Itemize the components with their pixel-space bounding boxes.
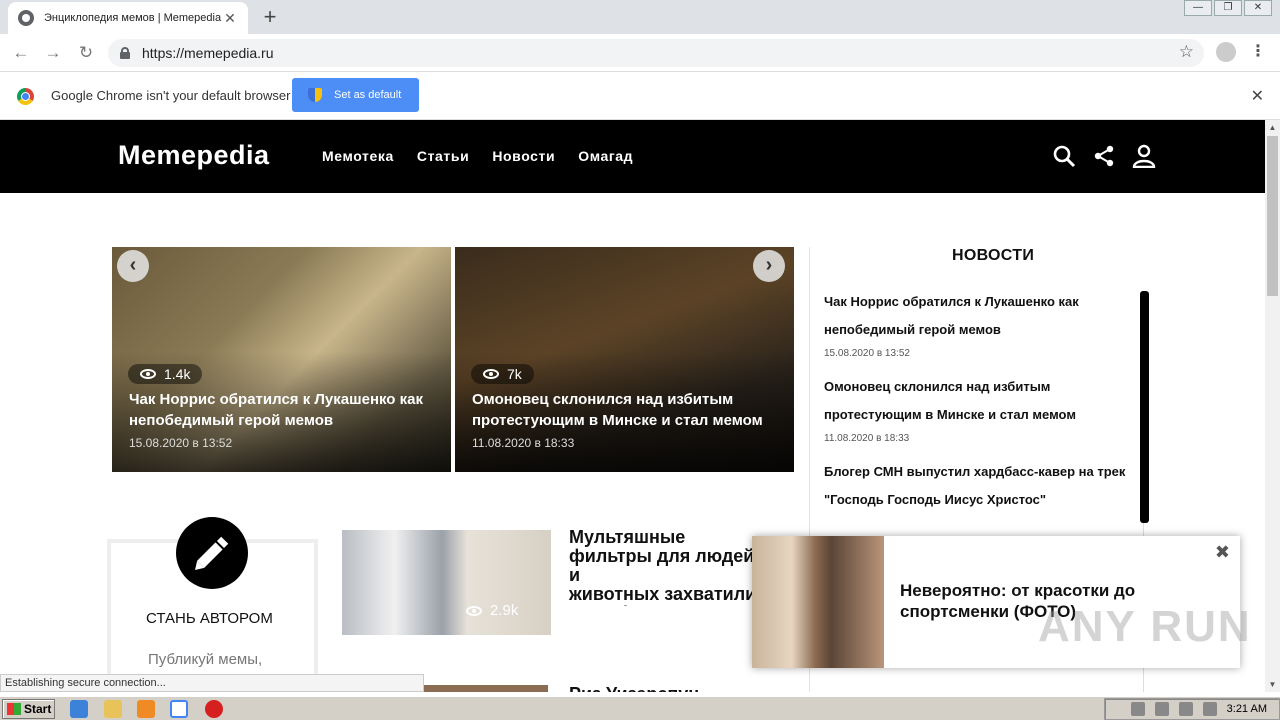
browser-toolbar: ← → ↻ https://memepedia.ru ☆ ⋮ <box>0 34 1280 72</box>
reload-button[interactable]: ↻ <box>75 42 97 64</box>
infobar-close-icon[interactable]: ✕ <box>1251 86 1264 106</box>
windows-taskbar: Start 3:21 AM <box>0 696 1280 720</box>
start-button[interactable]: Start <box>2 699 55 719</box>
views-count: 7k <box>507 366 522 382</box>
views-badge: 2.9k <box>466 602 518 619</box>
eye-icon <box>466 605 482 616</box>
site-logo[interactable]: Memepedia <box>118 140 270 171</box>
news-date: 11.08.2020 в 18:33 <box>824 433 910 444</box>
news-heading: НОВОСТИ <box>952 247 1035 264</box>
volume-icon[interactable] <box>1154 702 1169 716</box>
restore-button[interactable]: ❐ <box>1214 0 1242 16</box>
site-favicon-icon <box>18 10 34 26</box>
scroll-thumb[interactable] <box>1267 136 1278 296</box>
slide-title[interactable]: Омоновец склонился над избитым протестую… <box>472 389 787 431</box>
tab-title: Энциклопедия мемов | Memepedia <box>44 12 222 24</box>
views-count: 2.9k <box>490 602 519 619</box>
news-item[interactable]: Чак Норрис обратился к Лукашенко как неп… <box>824 288 1136 359</box>
main-nav: Мемотека Статьи Новости Омагад <box>322 148 633 164</box>
eye-icon <box>140 369 156 379</box>
news-list: Чак Норрис обратился к Лукашенко как неп… <box>824 288 1136 528</box>
network-icon[interactable] <box>1178 702 1193 716</box>
eye-icon <box>483 369 499 379</box>
anyrun-watermark: ANY RUN <box>1038 602 1252 651</box>
nav-item-omagad[interactable]: Омагад <box>578 148 633 164</box>
set-as-default-label: Set as default <box>334 89 402 101</box>
windows-flag-icon <box>7 703 21 715</box>
chrome-menu-icon[interactable]: ⋮ <box>1250 41 1266 61</box>
slider-item[interactable]: 7k Омоновец склонился над избитым протес… <box>455 247 794 472</box>
slide-title[interactable]: Чак Норрис обратился к Лукашенко как неп… <box>129 389 444 431</box>
page-scrollbar[interactable]: ▲ ▼ <box>1265 120 1280 692</box>
popup-close-icon[interactable]: ✖ <box>1215 542 1230 563</box>
uac-shield-icon <box>308 88 322 102</box>
chrome-logo-icon <box>17 88 34 105</box>
news-item[interactable]: Блогер СМН выпустил хардбасс-кавер на тр… <box>824 458 1136 514</box>
views-badge: 7k <box>471 364 534 384</box>
article-title[interactable]: Мультяшные фильтры для людей и животных … <box>569 528 769 606</box>
views-badge: 1.4k <box>128 364 203 384</box>
minimize-button[interactable]: — <box>1184 0 1212 16</box>
media-player-icon[interactable] <box>137 700 155 718</box>
ie-icon[interactable] <box>70 700 88 718</box>
author-subtitle: Публикуй мемы, <box>148 651 263 668</box>
article-thumbnail[interactable]: 2.9k <box>342 530 551 635</box>
new-tab-button[interactable]: + <box>258 4 282 30</box>
scroll-up-icon[interactable]: ▲ <box>1265 120 1280 135</box>
default-browser-infobar: Google Chrome isn't your default browser… <box>0 72 1280 120</box>
flag-icon[interactable] <box>1202 702 1217 716</box>
header-icons <box>1052 144 1156 169</box>
window-close-button[interactable]: ✕ <box>1244 0 1272 16</box>
lock-icon[interactable] <box>120 47 130 59</box>
window-controls: — ❐ ✕ <box>1184 0 1272 16</box>
tray-expand-icon[interactable] <box>1130 702 1145 716</box>
nav-item-articles[interactable]: Статьи <box>417 148 469 164</box>
tab-close-icon[interactable]: ✕ <box>222 10 238 27</box>
author-title: СТАНЬ АВТОРОМ <box>146 610 273 627</box>
slider-next-button[interactable]: › <box>753 250 785 282</box>
explorer-folder-icon[interactable] <box>104 700 122 718</box>
article-thumbnail[interactable] <box>424 685 548 692</box>
news-scrollbar[interactable] <box>1140 291 1149 523</box>
slide-date: 15.08.2020 в 13:52 <box>129 436 233 450</box>
popup-image[interactable] <box>752 536 884 668</box>
bookmark-star-icon[interactable]: ☆ <box>1179 42 1194 62</box>
news-title[interactable]: Чак Норрис обратился к Лукашенко как неп… <box>824 288 1136 344</box>
system-tray: 3:21 AM <box>1104 698 1280 720</box>
share-icon[interactable] <box>1092 144 1116 168</box>
profile-avatar-icon[interactable] <box>1216 42 1236 62</box>
nav-item-memoteka[interactable]: Мемотека <box>322 148 394 164</box>
infobar-message: Google Chrome isn't your default browser <box>51 88 291 103</box>
browser-tab[interactable]: Энциклопедия мемов | Memepedia ✕ <box>8 2 248 34</box>
views-count: 1.4k <box>164 366 191 382</box>
scroll-down-icon[interactable]: ▼ <box>1265 677 1280 692</box>
slide-date: 11.08.2020 в 18:33 <box>472 436 575 450</box>
news-date: 15.08.2020 в 13:52 <box>824 348 910 359</box>
tab-strip: Энциклопедия мемов | Memepedia ✕ + — ❐ ✕ <box>0 0 1280 34</box>
pencil-icon <box>176 517 248 589</box>
status-bubble: Establishing secure connection... <box>0 674 424 692</box>
news-title[interactable]: Блогер СМН выпустил хардбасс-кавер на тр… <box>824 458 1136 514</box>
forward-button[interactable]: → <box>42 42 64 64</box>
start-label: Start <box>24 702 52 716</box>
search-icon[interactable] <box>1052 144 1076 168</box>
site-header: Memepedia Мемотека Статьи Новости Омагад <box>0 120 1265 193</box>
news-item[interactable]: Омоновец склонился над избитым протестую… <box>824 373 1136 444</box>
user-icon[interactable] <box>1132 144 1156 169</box>
slider-prev-button[interactable]: ‹ <box>117 250 149 282</box>
clock[interactable]: 3:21 AM <box>1227 703 1267 715</box>
url-text[interactable]: https://memepedia.ru <box>142 45 274 61</box>
opera-icon[interactable] <box>205 700 223 718</box>
set-as-default-button[interactable]: Set as default <box>292 78 419 112</box>
news-title[interactable]: Омоновец склонился над избитым протестую… <box>824 373 1136 429</box>
back-button[interactable]: ← <box>10 42 32 64</box>
article-title[interactable]: Риз Уизерспун <box>569 684 699 692</box>
chrome-taskbar-icon[interactable] <box>170 700 188 718</box>
slider-item[interactable]: 1.4k Чак Норрис обратился к Лукашенко ка… <box>112 247 451 472</box>
address-bar[interactable]: https://memepedia.ru ☆ <box>108 39 1204 67</box>
nav-item-news[interactable]: Новости <box>492 148 555 164</box>
